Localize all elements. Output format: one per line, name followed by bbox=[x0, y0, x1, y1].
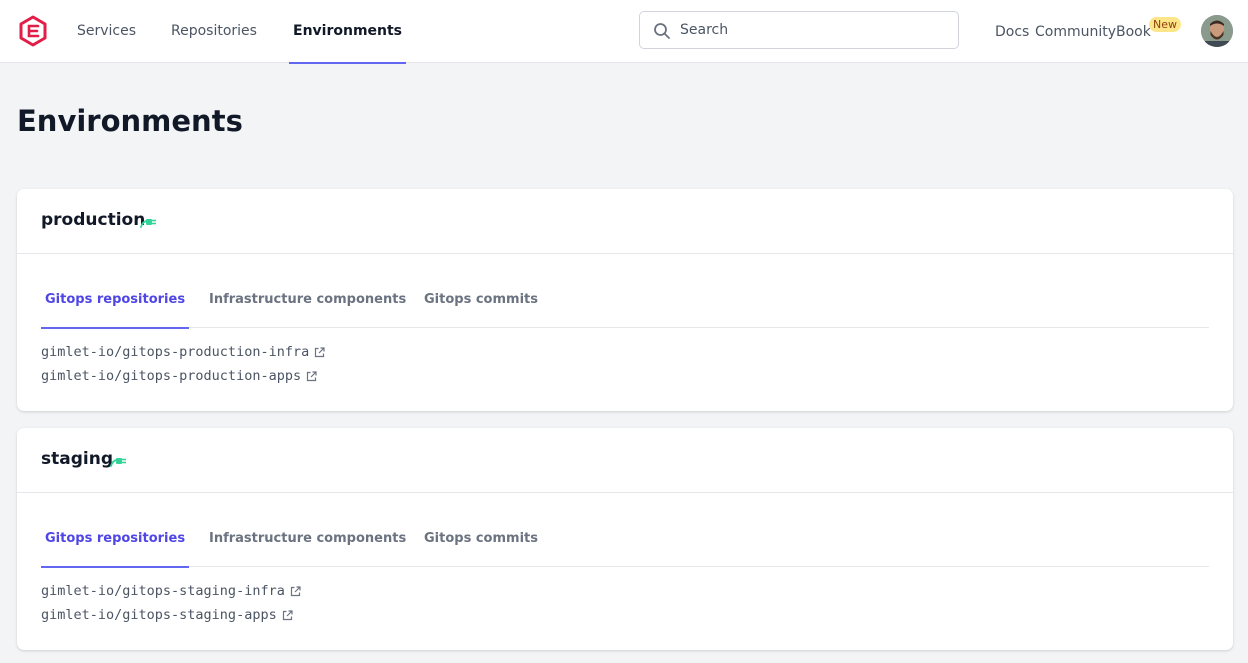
docs-link[interactable]: Docs bbox=[995, 24, 1029, 40]
environment-card: staging Gitops repositories Infrastructu… bbox=[17, 428, 1233, 650]
search-icon bbox=[654, 23, 670, 39]
tab-gitops-repositories[interactable]: Gitops repositories bbox=[40, 512, 190, 568]
nav-services[interactable]: Services bbox=[77, 0, 136, 63]
plug-icon bbox=[110, 458, 126, 467]
avatar-image bbox=[1201, 15, 1233, 47]
tab-gitops-commits[interactable]: Gitops commits bbox=[424, 512, 538, 567]
external-link-icon bbox=[315, 346, 325, 357]
environment-card: production Gitops repositories Infrastru… bbox=[17, 189, 1233, 411]
top-navbar: Services Repositories Environments Docs … bbox=[0, 0, 1248, 64]
tab-infrastructure-components[interactable]: Infrastructure components bbox=[209, 512, 406, 567]
environment-name: production bbox=[41, 210, 146, 230]
repository-name: gimlet-io/gitops-staging-infra bbox=[41, 583, 285, 599]
environment-tabs: Gitops repositories Infrastructure compo… bbox=[40, 273, 1209, 329]
tab-gitops-repositories[interactable]: Gitops repositories bbox=[40, 273, 190, 329]
repository-name: gimlet-io/gitops-production-infra bbox=[41, 344, 310, 360]
community-link[interactable]: Community bbox=[1035, 24, 1116, 40]
repository-link[interactable]: gimlet-io/gitops-staging-infra bbox=[41, 583, 301, 599]
repository-name: gimlet-io/gitops-production-apps bbox=[41, 368, 302, 384]
repository-name: gimlet-io/gitops-staging-apps bbox=[41, 607, 277, 623]
environment-name: staging bbox=[41, 449, 113, 469]
book-link[interactable]: Book bbox=[1116, 24, 1151, 40]
environment-header: staging bbox=[17, 428, 1233, 493]
repository-link[interactable]: gimlet-io/gitops-production-apps bbox=[41, 368, 317, 384]
environment-tabs: Gitops repositories Infrastructure compo… bbox=[40, 512, 1209, 568]
search-input[interactable] bbox=[680, 12, 950, 48]
tab-infrastructure-components[interactable]: Infrastructure components bbox=[209, 273, 406, 328]
nav-repositories[interactable]: Repositories bbox=[171, 0, 257, 63]
new-badge: New bbox=[1149, 17, 1181, 32]
repository-link[interactable]: gimlet-io/gitops-staging-apps bbox=[41, 607, 293, 623]
external-link-icon bbox=[306, 370, 317, 381]
plug-icon bbox=[140, 219, 156, 228]
search-box bbox=[639, 11, 959, 49]
repository-link[interactable]: gimlet-io/gitops-production-infra bbox=[41, 344, 325, 360]
nav-environments[interactable]: Environments bbox=[288, 0, 407, 64]
environment-header: production bbox=[17, 189, 1233, 254]
external-link-icon bbox=[290, 585, 301, 596]
tab-gitops-commits[interactable]: Gitops commits bbox=[424, 273, 538, 328]
gimlet-logo-icon[interactable] bbox=[18, 15, 48, 47]
user-avatar[interactable] bbox=[1201, 15, 1233, 47]
page-title: Environments bbox=[17, 104, 243, 138]
external-link-icon bbox=[282, 609, 293, 620]
